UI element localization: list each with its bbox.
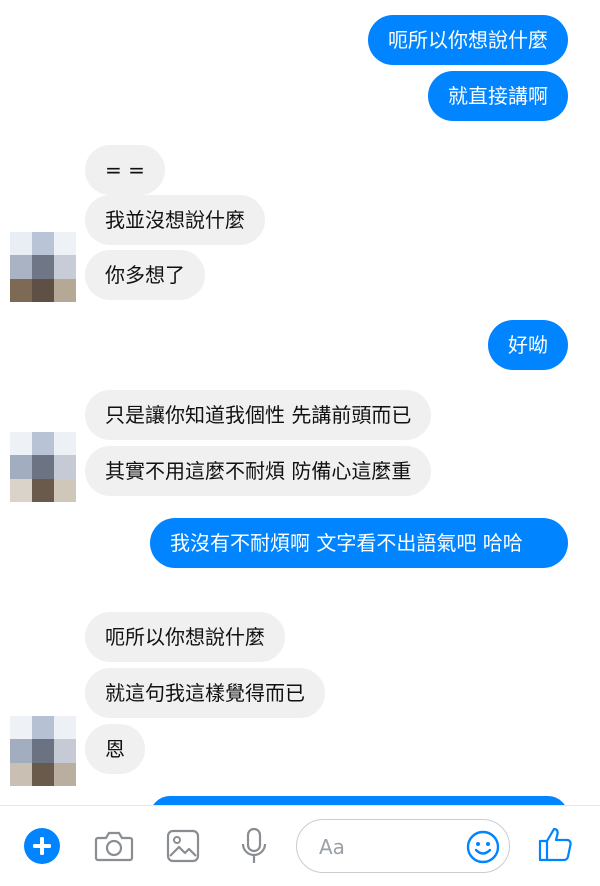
message-incoming[interactable]: 就這句我這樣覺得而已	[85, 668, 325, 718]
contact-avatar[interactable]	[10, 716, 76, 786]
message-input[interactable]	[317, 832, 461, 862]
message-incoming[interactable]: 只是讓你知道我個性 先講前頭而已	[85, 390, 432, 440]
message-incoming[interactable]: 恩	[85, 724, 145, 774]
message-incoming[interactable]: 我並沒想說什麼	[85, 195, 265, 245]
plus-icon[interactable]	[22, 826, 62, 866]
image-icon[interactable]	[163, 826, 203, 866]
microphone-icon[interactable]	[234, 826, 274, 866]
emoji-icon[interactable]	[465, 829, 501, 865]
thumbs-up-icon[interactable]	[536, 824, 576, 864]
message-outgoing[interactable]: 我沒有不耐煩啊 文字看不出語氣吧 哈哈	[150, 518, 568, 568]
message-incoming[interactable]: 你多想了	[85, 250, 205, 300]
composer-bar	[0, 805, 600, 886]
message-input-container[interactable]	[296, 819, 510, 873]
message-outgoing[interactable]: 就直接講啊	[428, 71, 568, 121]
message-outgoing-partial	[150, 796, 568, 805]
message-incoming[interactable]: 其實不用這麼不耐煩 防備心這麼重	[85, 446, 432, 496]
message-incoming[interactable]: = =	[85, 145, 165, 195]
message-outgoing[interactable]: 好呦	[488, 320, 568, 370]
message-thread[interactable]: 呃所以你想說什麼 就直接講啊 = = 我並沒想說什麼 你多想了 好呦 只是讓你知…	[0, 0, 600, 805]
camera-icon[interactable]	[94, 826, 134, 866]
contact-avatar[interactable]	[10, 232, 76, 302]
message-outgoing[interactable]: 呃所以你想說什麼	[368, 15, 568, 65]
contact-avatar[interactable]	[10, 432, 76, 502]
message-incoming[interactable]: 呃所以你想說什麼	[85, 612, 285, 662]
